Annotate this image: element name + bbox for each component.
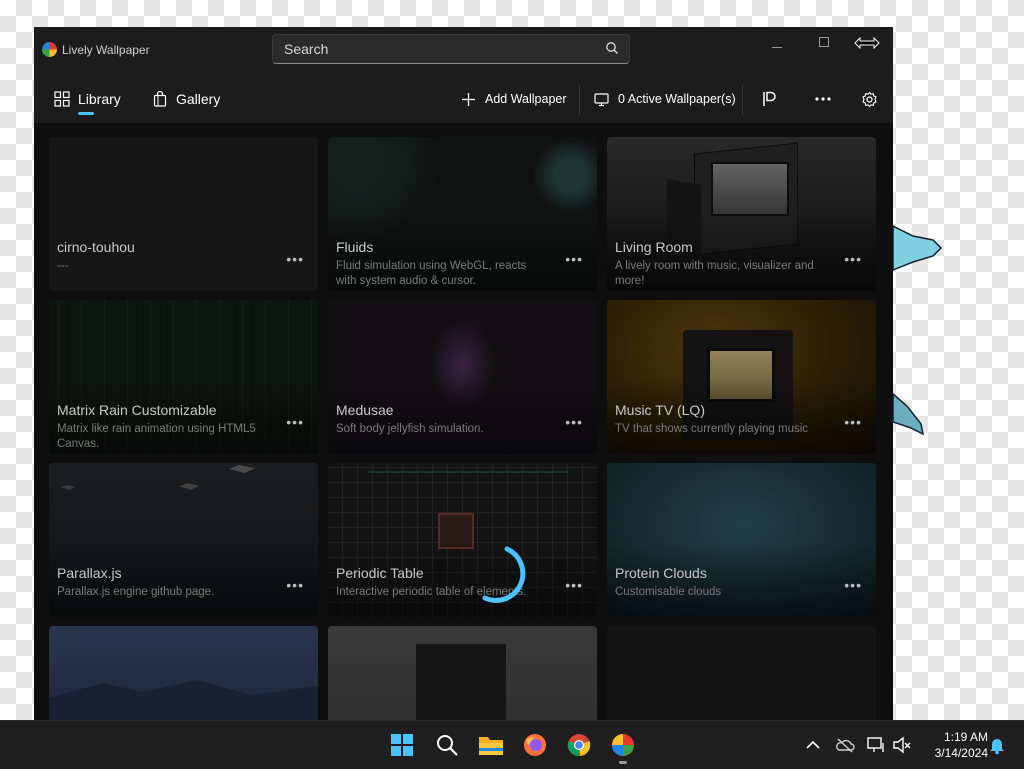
- windows-start-icon: [391, 734, 413, 756]
- network-icon[interactable]: [866, 735, 886, 755]
- wallpaper-title: Fluids: [336, 239, 374, 255]
- wallpaper-description: ---: [57, 260, 69, 272]
- wallpaper-title: Matrix Rain Customizable: [57, 402, 217, 418]
- wallpaper-title: Living Room: [615, 239, 693, 255]
- grid-icon: [54, 91, 70, 107]
- more-options-button[interactable]: [809, 85, 837, 113]
- card-more-button[interactable]: •••: [565, 414, 583, 430]
- taskbar: 1:19 AM 3/14/2024: [0, 720, 1024, 769]
- loading-spinner-icon: [482, 546, 526, 603]
- wallpaper-description: Soft body jellyfish simulation.: [336, 423, 484, 435]
- card-more-button[interactable]: •••: [286, 251, 304, 267]
- add-wallpaper-button[interactable]: Add Wallpaper: [461, 85, 567, 113]
- title-bar[interactable]: Lively Wallpaper: [34, 27, 893, 75]
- shopping-bag-icon: [153, 91, 167, 107]
- wallpaper-card[interactable]: Music TV (LQ) TV that shows currently pl…: [607, 300, 876, 454]
- settings-button[interactable]: [855, 85, 883, 113]
- wallpaper-card[interactable]: Periodic Table Interactive periodic tabl…: [328, 463, 597, 617]
- chrome-icon: [567, 734, 591, 757]
- wallpaper-title: cirno-touhou: [57, 239, 135, 255]
- library-grid: cirno-touhou --- ••• Fluids Fluid simula…: [34, 123, 893, 720]
- card-more-button[interactable]: •••: [565, 577, 583, 593]
- wallpaper-card[interactable]: [49, 626, 318, 720]
- tab-gallery-label: Gallery: [176, 91, 221, 107]
- wallpaper-title: Parallax.js: [57, 565, 122, 581]
- wallpaper-card[interactable]: Living Room A lively room with music, vi…: [607, 137, 876, 291]
- lively-wallpaper-taskbar-button[interactable]: [609, 731, 637, 759]
- wallpaper-title: Medusae: [336, 402, 394, 418]
- wallpaper-card[interactable]: cirno-touhou --- •••: [49, 137, 318, 291]
- gear-icon: [861, 91, 877, 107]
- wallpaper-description: Matrix like rain animation using HTML5 C…: [57, 423, 256, 450]
- wallpaper-title: Music TV (LQ): [615, 402, 705, 418]
- wallpaper-title: Periodic Table: [336, 565, 424, 581]
- screen-layout-button[interactable]: [756, 85, 784, 113]
- wallpaper-card[interactable]: Matrix Rain Customizable Matrix like rai…: [49, 300, 318, 454]
- folder-icon: [479, 737, 503, 755]
- card-more-button[interactable]: •••: [844, 577, 862, 593]
- wallpaper-card[interactable]: Medusae Soft body jellyfish simulation. …: [328, 300, 597, 454]
- wallpaper-card[interactable]: Fluids Fluid simulation using WebGL, rea…: [328, 137, 597, 291]
- minimize-button[interactable]: [754, 32, 800, 62]
- wallpaper-card[interactable]: Protein Clouds Customisable clouds •••: [607, 463, 876, 617]
- resize-cursor-icon: [854, 37, 880, 49]
- firefox-button[interactable]: [521, 731, 549, 759]
- wallpaper-thumbnail: [49, 626, 318, 720]
- app-title: Lively Wallpaper: [62, 43, 150, 57]
- clock-date: 3/14/2024: [934, 746, 988, 760]
- plus-icon: [462, 92, 475, 106]
- monitor-icon: [594, 92, 609, 106]
- firefox-icon: [524, 734, 546, 756]
- search-icon: [437, 735, 458, 756]
- card-more-button[interactable]: •••: [565, 251, 583, 267]
- wallpaper-card[interactable]: [607, 626, 876, 720]
- tab-library[interactable]: Library: [54, 85, 121, 113]
- wallpaper-card[interactable]: [328, 626, 597, 720]
- running-indicator: [619, 761, 627, 764]
- notification-bell-icon[interactable]: [987, 735, 1007, 755]
- card-more-button[interactable]: •••: [844, 414, 862, 430]
- tab-gallery[interactable]: Gallery: [152, 85, 220, 113]
- active-wallpapers-label: 0 Active Wallpaper(s): [618, 92, 736, 106]
- wallpaper-description: Customisable clouds: [615, 586, 722, 598]
- wallpaper-description: A lively room with music, visualizer and…: [615, 260, 814, 287]
- app-window: Lively Wallpaper Library: [34, 27, 893, 720]
- card-more-button[interactable]: •••: [844, 251, 862, 267]
- clock[interactable]: 1:19 AM 3/14/2024: [918, 729, 988, 761]
- wallpaper-thumbnail: [328, 626, 597, 720]
- taskbar-search-button[interactable]: [433, 731, 461, 759]
- clock-time: 1:19 AM: [943, 730, 988, 744]
- tab-library-label: Library: [78, 91, 121, 107]
- wallpaper-description: Parallax.js engine github page.: [57, 586, 215, 598]
- lively-logo-icon: [42, 42, 57, 57]
- volume-muted-icon[interactable]: [892, 735, 912, 755]
- desktop-fish-icon: [893, 393, 925, 436]
- wallpaper-card[interactable]: Parallax.js Parallax.js engine github pa…: [49, 463, 318, 617]
- lively-wallpaper-icon: [612, 734, 634, 756]
- chevron-up-icon[interactable]: [803, 735, 823, 755]
- search-input[interactable]: [272, 34, 630, 64]
- separator: [742, 85, 743, 115]
- start-button[interactable]: [388, 731, 416, 759]
- wallpaper-title: Protein Clouds: [615, 565, 707, 581]
- card-more-button[interactable]: •••: [286, 414, 304, 430]
- more-icon: [815, 97, 831, 101]
- chrome-button[interactable]: [565, 731, 593, 759]
- file-explorer-button[interactable]: [477, 731, 505, 759]
- wallpaper-description: Fluid simulation using WebGL, reacts wit…: [336, 260, 527, 287]
- search-icon[interactable]: [605, 41, 619, 55]
- add-wallpaper-label: Add Wallpaper: [485, 92, 567, 106]
- desktop-fish-icon: [893, 225, 943, 271]
- maximize-button[interactable]: [800, 32, 846, 62]
- selected-tab-indicator: [78, 112, 94, 115]
- card-more-button[interactable]: •••: [286, 577, 304, 593]
- separator: [579, 85, 580, 115]
- wallpaper-thumbnail: [607, 626, 876, 720]
- active-wallpapers-button[interactable]: 0 Active Wallpaper(s): [594, 85, 736, 113]
- onedrive-cloud-icon[interactable]: [835, 735, 855, 755]
- wallpaper-description: TV that shows currently playing music: [615, 423, 809, 435]
- flag-icon: [763, 91, 776, 106]
- nav-bar: Library Gallery Add Wallpaper 0 Active W…: [34, 75, 893, 123]
